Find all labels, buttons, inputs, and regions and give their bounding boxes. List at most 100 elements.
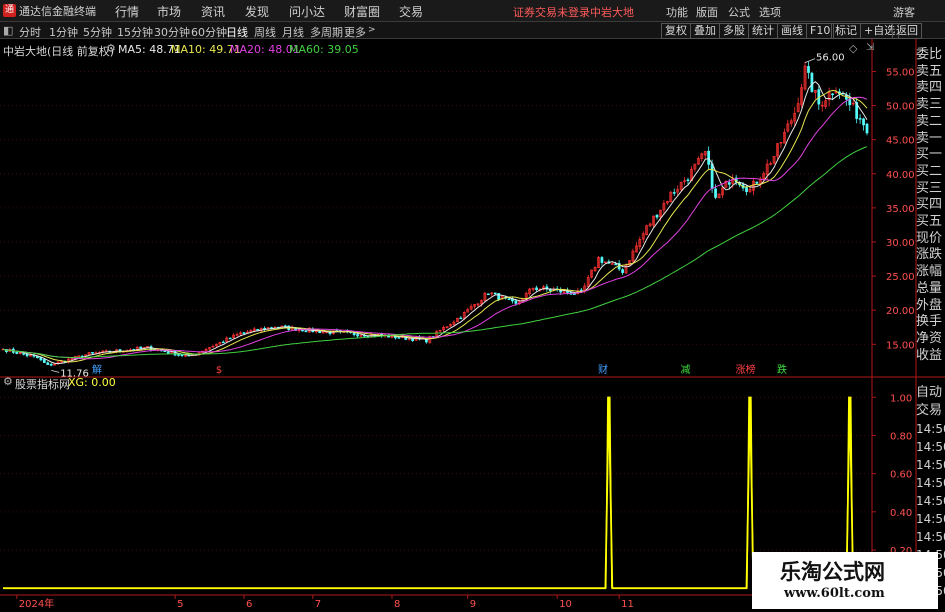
chevron-right-icon[interactable]: > [368, 25, 376, 35]
high-price-label: 56.00 [816, 53, 845, 64]
side-item-8[interactable]: 买三 [915, 181, 945, 197]
side-item-14[interactable]: 总量 [915, 281, 945, 297]
candle-body-180 [621, 269, 624, 273]
event-marker-3: 减 [681, 364, 691, 376]
side-item-12[interactable]: 涨跌 [915, 247, 945, 263]
candle-body-26 [91, 352, 94, 354]
trade-login-status[interactable]: 证券交易未登录 [513, 4, 590, 20]
period-monthly[interactable]: 月线 [282, 24, 304, 40]
candlestick-chart[interactable]: 56.0011.76 解 $ 财减涨榜跌 15.0020.0025.0030.0035… [0, 39, 945, 610]
period-more[interactable]: 更多 [344, 24, 366, 40]
candle-body-216 [745, 187, 748, 192]
chart-title: 中岩大地(日线 前复权) [3, 45, 115, 58]
candle-body-211 [727, 182, 731, 185]
side-item-9[interactable]: 买四 [915, 197, 945, 213]
panel-toggle-icon[interactable]: ◧ [3, 24, 13, 37]
event-marker-5: 跌 [777, 363, 787, 376]
side-item-2[interactable]: 卖四 [915, 80, 945, 96]
side-item-6[interactable]: 买一 [915, 147, 945, 163]
side-item-15[interactable]: 外盘 [915, 298, 945, 314]
side-item-1[interactable]: 卖五 [915, 64, 945, 80]
x-tick-label-6: 10 [559, 599, 572, 609]
side-item-3[interactable]: 卖三 [915, 97, 945, 113]
expand-icon[interactable]: ⇲ [866, 42, 874, 53]
side-trade-item-2[interactable]: 14:50 [915, 421, 945, 437]
candle-body-88 [304, 330, 308, 333]
candle-body-51 [177, 354, 180, 356]
price-tick-label-5: 40.00 [886, 170, 915, 181]
side-item-5[interactable]: 卖一 [915, 131, 945, 147]
side-item-4[interactable]: 卖二 [915, 114, 945, 130]
side-item-16[interactable]: 换手 [915, 314, 945, 330]
candle-body-199 [686, 179, 690, 181]
menu-options[interactable]: 选项 [759, 4, 781, 20]
candle-body-147 [507, 298, 511, 300]
adjust-button[interactable]: 复权 [661, 23, 691, 39]
candle-body-178 [614, 263, 618, 266]
current-stock-name: 中岩大地 [590, 6, 634, 19]
side-item-11[interactable]: 现价 [915, 231, 945, 247]
app-title: 通达信金融终端 [19, 5, 96, 18]
menu-market[interactable]: 市场 [157, 3, 181, 20]
candle-body-149 [514, 300, 518, 304]
multi-stock-button[interactable]: 多股 [719, 23, 749, 39]
menu-layout[interactable]: 版面 [696, 4, 718, 20]
candle-body-155 [535, 287, 538, 290]
candle-body-13 [46, 362, 50, 365]
candle-body-251 [865, 123, 869, 134]
menu-function[interactable]: 功能 [666, 4, 688, 20]
candle-body-52 [180, 354, 184, 356]
side-trade-item-0[interactable]: 自动 [915, 385, 945, 401]
period-1min[interactable]: 1分钟 [49, 24, 78, 40]
mark-button[interactable]: 标记 [831, 23, 861, 39]
menu-formula[interactable]: 公式 [728, 4, 750, 20]
candle-body-14 [49, 363, 53, 366]
side-item-17[interactable]: 净资 [915, 331, 945, 347]
period-30min[interactable]: 30分钟 [154, 24, 190, 40]
period-60min[interactable]: 60分钟 [191, 24, 227, 40]
candle-body-190 [655, 214, 659, 218]
price-tick-label-2: 25.00 [886, 272, 915, 283]
side-item-10[interactable]: 买五 [915, 214, 945, 230]
side-trade-item-8[interactable]: 14:50 [915, 529, 945, 545]
side-item-7[interactable]: 买二 [915, 164, 945, 180]
statistics-button[interactable]: 统计 [748, 23, 778, 39]
side-trade-item-3[interactable]: 14:50 [915, 439, 945, 455]
menu-discover[interactable]: 发现 [245, 3, 269, 20]
indicator-settings-icon[interactable]: ⚙ [3, 375, 13, 388]
candle-body-48 [166, 351, 170, 354]
menu-quotes[interactable]: 行情 [115, 3, 139, 20]
diamond-icon[interactable]: ◇ [849, 42, 857, 55]
back-button[interactable]: 返回 [892, 23, 922, 39]
menu-trade[interactable]: 交易 [399, 3, 423, 20]
side-trade-item-7[interactable]: 14:50 [915, 511, 945, 527]
guest-user[interactable]: 游客 [893, 4, 915, 20]
candle-body-66 [228, 337, 232, 340]
menu-news[interactable]: 资讯 [201, 3, 225, 20]
side-item-18[interactable]: 收益 [915, 348, 945, 364]
period-multi[interactable]: 多周期 [310, 24, 343, 40]
ma10-line [2, 89, 868, 363]
side-trade-item-5[interactable]: 14:50 [915, 475, 945, 491]
period-weekly[interactable]: 周线 [254, 24, 276, 40]
candle-body-141 [486, 293, 490, 296]
side-item-13[interactable]: 涨幅 [915, 264, 945, 280]
side-trade-item-1[interactable]: 交易 [915, 403, 945, 419]
period-5min[interactable]: 5分钟 [83, 24, 112, 40]
overlay-button[interactable]: 叠加 [690, 23, 720, 39]
side-trade-item-4[interactable]: 14:50 [915, 457, 945, 473]
period-intraday[interactable]: 分时 [19, 24, 41, 40]
side-trade-item-6[interactable]: 14:50 [915, 493, 945, 509]
app-logo-icon: 通 [3, 4, 16, 17]
menu-xiaoda[interactable]: 问小达 [289, 3, 325, 20]
x-tick-label-3: 7 [315, 599, 321, 609]
price-tick-label-8: 55.00 [886, 67, 915, 78]
period-15min[interactable]: 15分钟 [117, 24, 153, 40]
settings-gear-icon[interactable]: ⚙ [106, 42, 116, 55]
draw-line-button[interactable]: 画线 [777, 23, 807, 39]
period-daily[interactable]: 日线 [226, 24, 248, 40]
side-item-0[interactable]: 委比 [915, 47, 945, 63]
menu-wealth-circle[interactable]: 财富圈 [344, 3, 380, 20]
candle-body-115 [397, 337, 401, 339]
candle-body-103 [356, 334, 359, 337]
